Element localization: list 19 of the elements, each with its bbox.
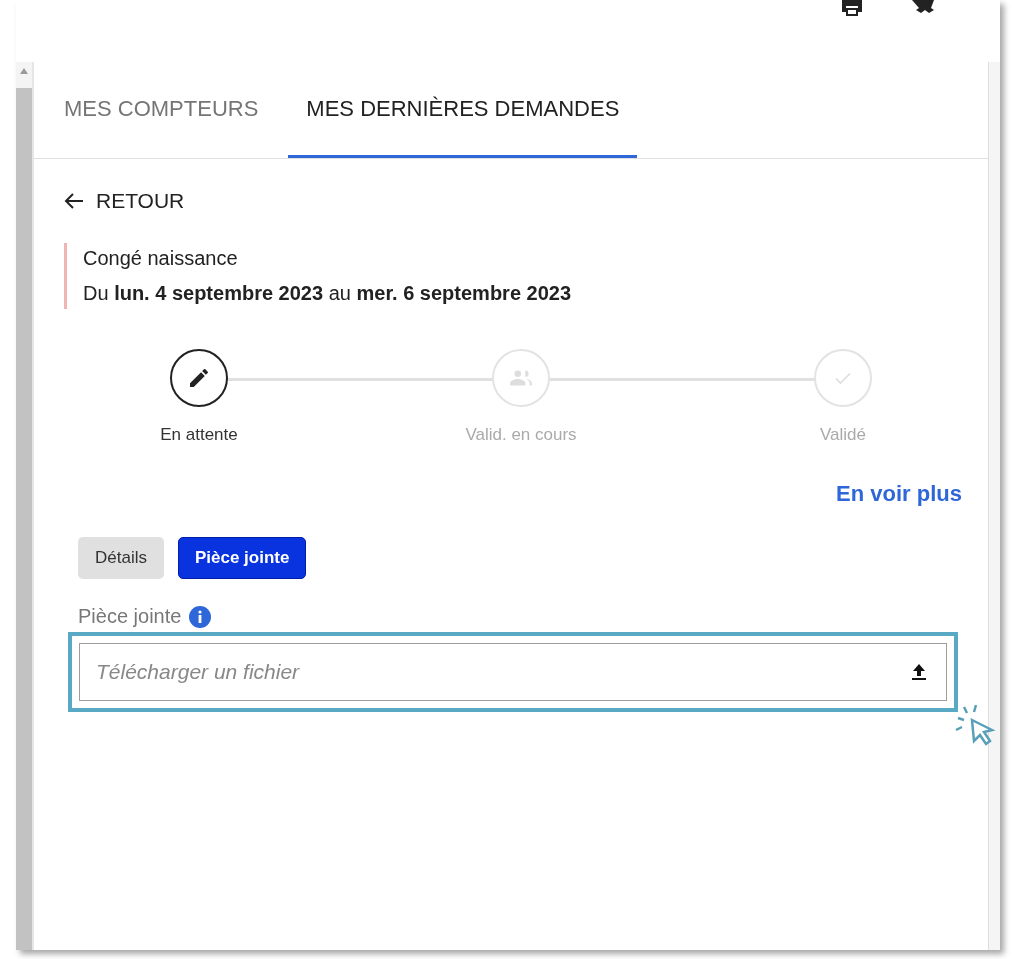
subtab[interactable]: Pièce jointe	[177, 537, 307, 579]
back-button[interactable]: RETOUR	[64, 189, 185, 213]
step-label: Valid. en cours	[465, 425, 577, 445]
info-icon[interactable]	[189, 605, 212, 628]
request-type: Congé naissance	[83, 247, 239, 270]
request-period: Du lun. 4 septembre 2023 au mer. 6 septembre 2023	[83, 282, 573, 305]
tab[interactable]: MES DERNIÈRES DEMANDES	[288, 62, 638, 158]
back-arrow-icon	[64, 192, 84, 210]
step-label: Validé	[820, 425, 866, 445]
file-upload-field[interactable]: Télécharger un fichier	[79, 643, 947, 701]
pencil-icon	[187, 366, 211, 390]
upload-icon[interactable]	[911, 663, 927, 681]
step-label: En attente	[160, 425, 238, 445]
see-more-link[interactable]: En voir plus	[836, 481, 962, 507]
subtab[interactable]: Détails	[78, 537, 164, 579]
scrollbar[interactable]	[16, 62, 32, 950]
tab[interactable]: MES COMPTEURS	[46, 62, 277, 158]
scroll-up-icon[interactable]	[20, 68, 28, 74]
field-label: Pièce jointe	[78, 605, 182, 628]
